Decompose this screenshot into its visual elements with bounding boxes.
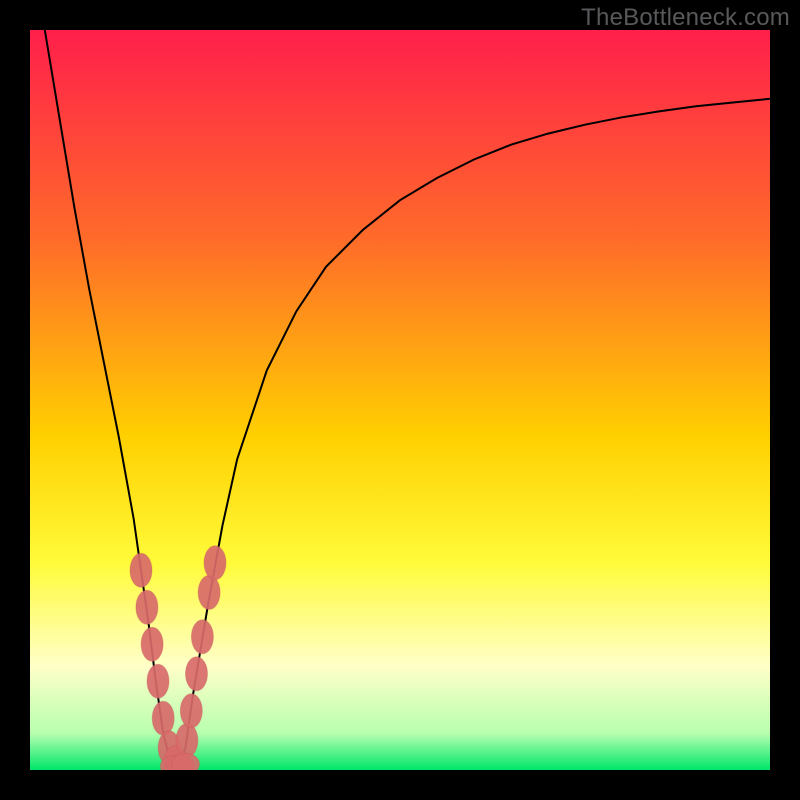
chart-plot-area bbox=[30, 30, 770, 770]
data-marker bbox=[136, 590, 158, 624]
data-marker bbox=[191, 620, 213, 654]
data-marker bbox=[186, 657, 208, 691]
data-marker bbox=[141, 627, 163, 661]
data-marker bbox=[198, 575, 220, 609]
data-marker bbox=[171, 753, 199, 770]
gradient-background bbox=[30, 30, 770, 770]
watermark-text: TheBottleneck.com bbox=[581, 4, 790, 32]
bottleneck-chart bbox=[30, 30, 770, 770]
data-marker bbox=[147, 664, 169, 698]
data-marker bbox=[152, 701, 174, 735]
data-marker bbox=[204, 546, 226, 580]
data-marker bbox=[180, 694, 202, 728]
chart-frame: TheBottleneck.com bbox=[0, 0, 800, 800]
data-marker bbox=[130, 553, 152, 587]
data-marker bbox=[176, 723, 198, 757]
